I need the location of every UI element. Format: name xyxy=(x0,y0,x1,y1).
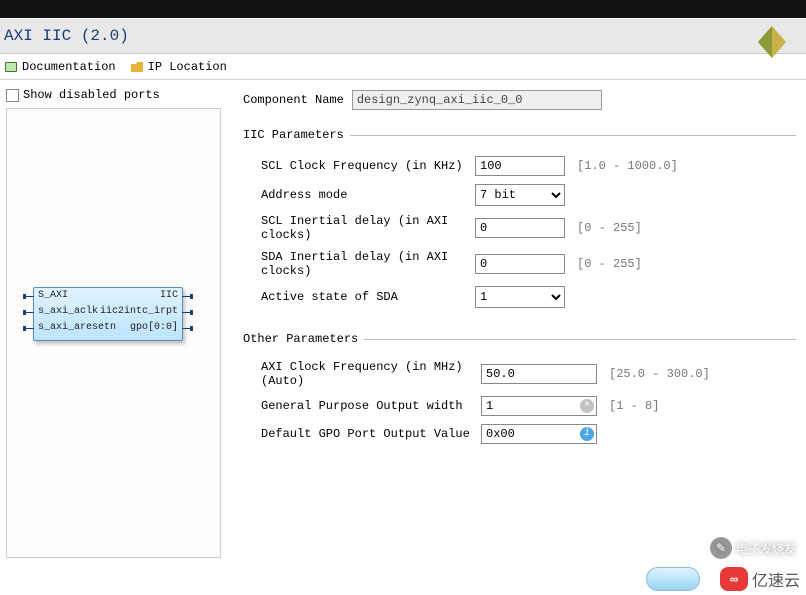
address-mode-label: Address mode xyxy=(261,188,475,202)
ok-button[interactable] xyxy=(646,567,700,591)
watermark-yisu: ∞ 亿速云 xyxy=(720,567,800,591)
component-name-label: Component Name xyxy=(243,93,344,107)
ip-location-link[interactable]: IP Location xyxy=(130,60,227,74)
port-s-axi-aclk: s_axi_aclk xyxy=(38,306,98,317)
sda-inertial-input[interactable] xyxy=(475,254,565,274)
port-iic2intc-irpt: iic2intc_irpt xyxy=(100,306,178,317)
gpo-width-label: General Purpose Output width xyxy=(261,399,481,413)
book-icon xyxy=(4,60,18,74)
sda-inertial-label: SDA Inertial delay (in AXI clocks) xyxy=(261,250,475,278)
ip-location-label: IP Location xyxy=(148,60,227,74)
axi-clk-input[interactable] xyxy=(481,364,597,384)
watermark-elecfans: ✎ 电子发烧友 xyxy=(710,537,796,559)
axi-clk-label: AXI Clock Frequency (in MHz) (Auto) xyxy=(261,360,481,388)
port-s-axi: S_AXI xyxy=(38,290,68,301)
right-panel: Component Name IIC Parameters SCL Clock … xyxy=(225,80,806,595)
gpo-default-label: Default GPO Port Output Value xyxy=(261,427,481,441)
address-mode-select[interactable]: 7 bit xyxy=(475,184,565,206)
info-icon[interactable]: i xyxy=(580,427,594,441)
watermark-circle-icon: ✎ xyxy=(710,537,732,559)
scl-inertial-hint: [0 - 255] xyxy=(577,221,642,235)
scl-freq-input[interactable] xyxy=(475,156,565,176)
component-name-field xyxy=(352,90,602,110)
active-sda-label: Active state of SDA xyxy=(261,290,475,304)
window-top-strip xyxy=(0,0,806,18)
ip-title: AXI IIC (2.0) xyxy=(4,27,129,45)
clear-icon[interactable]: × xyxy=(580,399,594,413)
axi-clk-hint: [25.0 - 300.0] xyxy=(609,367,710,381)
watermark-elecfans-text: 电子发烧友 xyxy=(736,540,796,557)
sda-inertial-hint: [0 - 255] xyxy=(577,257,642,271)
folder-icon xyxy=(130,60,144,74)
show-disabled-ports-checkbox[interactable] xyxy=(6,89,19,102)
iic-parameters-group: IIC Parameters SCL Clock Frequency (in K… xyxy=(243,128,796,316)
scl-freq-label: SCL Clock Frequency (in KHz) xyxy=(261,159,475,173)
scl-inertial-label: SCL Inertial delay (in AXI clocks) xyxy=(261,214,475,242)
left-panel: Show disabled ports S_AXI IIC s_axi_aclk… xyxy=(0,80,225,595)
documentation-label: Documentation xyxy=(22,60,116,74)
watermark-yisu-text: 亿速云 xyxy=(752,567,800,591)
gpo-width-hint: [1 - 8] xyxy=(609,399,659,413)
title-bar: AXI IIC (2.0) xyxy=(0,18,806,54)
toolbar: Documentation IP Location xyxy=(0,54,806,80)
port-gpo: gpo[0:0] xyxy=(130,322,178,333)
show-disabled-ports-label: Show disabled ports xyxy=(23,88,160,102)
ip-block: S_AXI IIC s_axi_aclk iic2intc_irpt s_axi… xyxy=(33,287,193,341)
other-parameters-group: Other Parameters AXI Clock Frequency (in… xyxy=(243,332,796,452)
watermark-yisu-icon: ∞ xyxy=(720,567,748,591)
port-iic: IIC xyxy=(160,290,178,301)
other-parameters-legend: Other Parameters xyxy=(243,332,364,346)
active-sda-select[interactable]: 1 xyxy=(475,286,565,308)
scl-freq-hint: [1.0 - 1000.0] xyxy=(577,159,678,173)
ip-block-rect: S_AXI IIC s_axi_aclk iic2intc_irpt s_axi… xyxy=(33,287,183,341)
port-s-axi-aresetn: s_axi_aresetn xyxy=(38,322,116,333)
iic-parameters-legend: IIC Parameters xyxy=(243,128,350,142)
scl-inertial-input[interactable] xyxy=(475,218,565,238)
vivado-logo-icon xyxy=(754,24,790,60)
documentation-link[interactable]: Documentation xyxy=(4,60,116,74)
ip-preview: S_AXI IIC s_axi_aclk iic2intc_irpt s_axi… xyxy=(6,108,221,558)
